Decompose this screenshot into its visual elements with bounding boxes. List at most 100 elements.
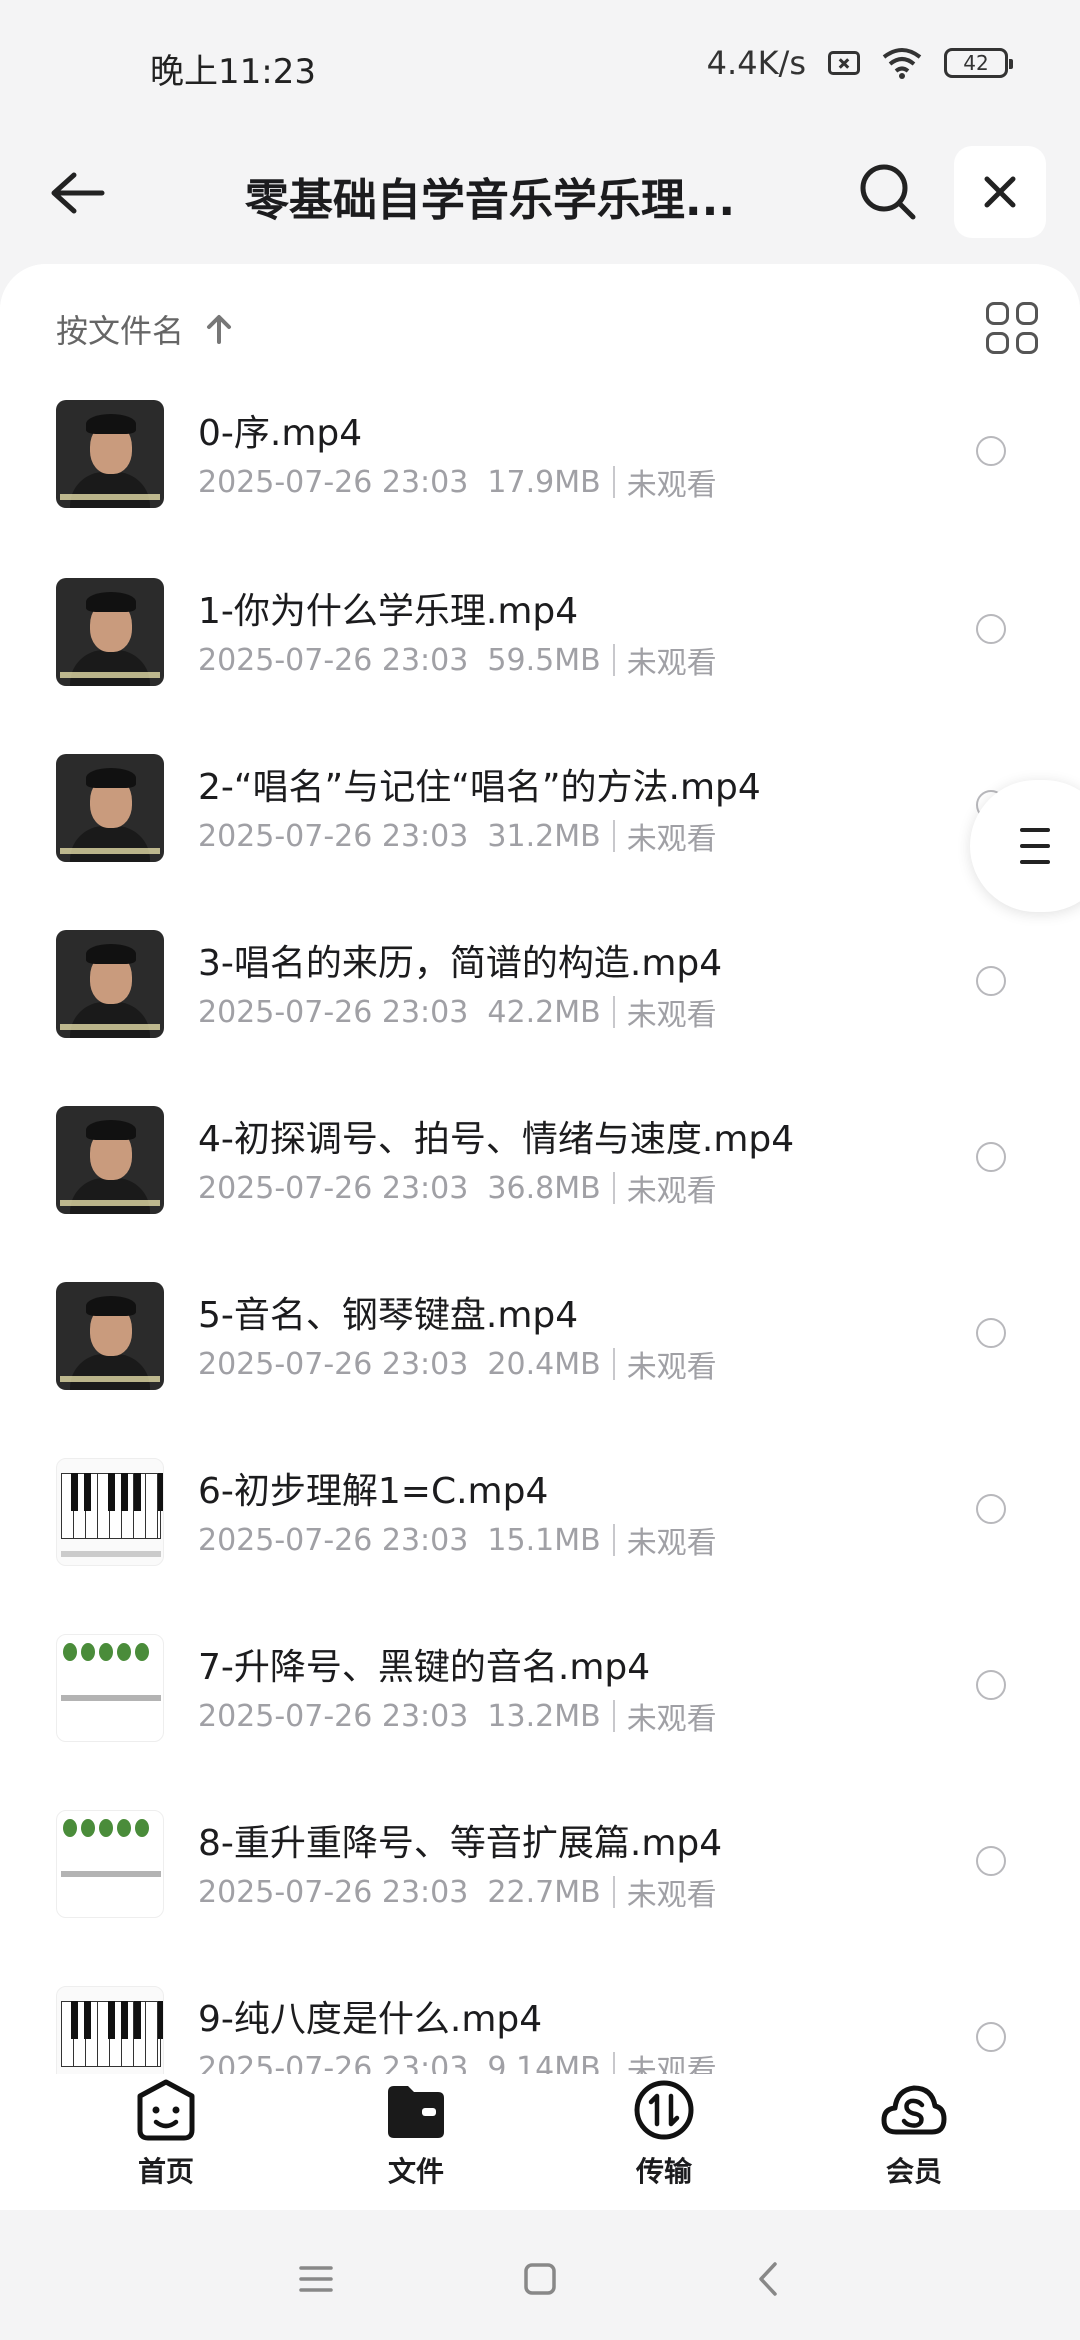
meta-divider	[612, 820, 615, 852]
page-title: 零基础自学音乐学乐理...	[244, 175, 736, 226]
tab-home-label: 首页	[137, 2155, 194, 2188]
search-button[interactable]	[852, 156, 924, 228]
menu-lines-icon	[1020, 828, 1050, 832]
video-thumbnail	[56, 1810, 164, 1918]
select-radio[interactable]	[976, 614, 1006, 644]
file-meta: 2025-07-26 23:03 9.14MB 未观看	[198, 2046, 717, 2074]
video-thumbnail	[56, 1634, 164, 1742]
watch-status: 未观看	[626, 998, 717, 1033]
sort-label: 按文件名	[56, 312, 185, 350]
meta-divider	[612, 1348, 615, 1380]
file-row[interactable]: 6-初步理解1=C.mp4 2025-07-26 23:03 15.1MB 未观看	[0, 1422, 1080, 1598]
tab-membership[interactable]: 会员	[844, 2078, 984, 2206]
back-arrow-icon	[51, 172, 105, 214]
close-icon	[984, 176, 1016, 208]
file-size: 9.14MB	[487, 2050, 601, 2075]
file-row[interactable]: 2-“唱名”与记住“唱名”的方法.mp4 2025-07-26 23:03 31.…	[0, 718, 1080, 894]
select-radio[interactable]	[976, 966, 1006, 996]
select-radio[interactable]	[976, 436, 1006, 466]
system-nav-bar	[0, 2210, 1080, 2340]
file-meta: 2025-07-26 23:03 17.9MB 未观看	[198, 460, 717, 504]
select-radio[interactable]	[976, 2022, 1006, 2052]
watch-status: 未观看	[626, 822, 717, 857]
file-date: 2025-07-26 23:03	[198, 1346, 469, 1382]
smiley-face-icon	[137, 2079, 195, 2141]
bottom-tab-bar: 首页 文件 传输 会员	[0, 2074, 1080, 2211]
file-name: 6-初步理解1=C.mp4	[198, 1471, 549, 1512]
file-row[interactable]: 0-序.mp4 2025-07-26 23:03 17.9MB 未观看	[0, 364, 1080, 540]
meta-divider	[612, 1876, 615, 1908]
home-button[interactable]	[510, 2254, 570, 2304]
file-row[interactable]: 1-你为什么学乐理.mp4 2025-07-26 23:03 59.5MB 未观看	[0, 542, 1080, 718]
file-date: 2025-07-26 23:03	[198, 1698, 469, 1734]
grid-view-icon	[986, 302, 1009, 325]
watch-status: 未观看	[626, 468, 717, 503]
file-size: 59.5MB	[487, 642, 601, 678]
file-row[interactable]: 8-重升重降号、等音扩展篇.mp4 2025-07-26 23:03 22.7MB…	[0, 1774, 1080, 1950]
watch-status: 未观看	[626, 1350, 717, 1385]
square-home-icon	[524, 2263, 556, 2295]
file-meta: 2025-07-26 23:03 13.2MB 未观看	[198, 1694, 717, 1738]
file-row[interactable]: 5-音名、钢琴键盘.mp4 2025-07-26 23:03 20.4MB 未观看	[0, 1246, 1080, 1422]
menu-icon	[299, 2266, 333, 2292]
file-date: 2025-07-26 23:03	[198, 642, 469, 678]
watch-status: 未观看	[626, 1526, 717, 1561]
watch-status: 未观看	[626, 646, 717, 681]
video-thumbnail	[56, 1106, 164, 1214]
file-name: 7-升降号、黑键的音名.mp4	[198, 1647, 651, 1688]
battery-level: 42	[963, 51, 989, 75]
select-radio[interactable]	[976, 1318, 1006, 1348]
file-date: 2025-07-26 23:03	[198, 2050, 469, 2075]
close-button[interactable]	[954, 146, 1046, 238]
select-radio[interactable]	[976, 1142, 1006, 1172]
video-thumbnail	[56, 930, 164, 1038]
select-radio[interactable]	[976, 1846, 1006, 1876]
file-date: 2025-07-26 23:03	[198, 1522, 469, 1558]
meta-divider	[612, 1700, 615, 1732]
meta-divider	[612, 466, 615, 498]
file-row[interactable]: 3-唱名的来历，简谱的构造.mp4 2025-07-26 23:03 42.2MB…	[0, 894, 1080, 1070]
sort-by-name-button[interactable]: 按文件名	[56, 306, 232, 352]
meta-divider	[612, 1172, 615, 1204]
recents-button[interactable]	[286, 2254, 346, 2304]
back-chevron-icon	[759, 2262, 777, 2296]
file-meta: 2025-07-26 23:03 22.7MB 未观看	[198, 1870, 717, 1914]
network-speed: 4.4K/s	[706, 44, 806, 82]
meta-divider	[612, 1524, 615, 1556]
file-size: 36.8MB	[487, 1170, 601, 1206]
video-thumbnail	[56, 1282, 164, 1390]
file-name: 4-初探调号、拍号、情绪与速度.mp4	[198, 1119, 795, 1160]
file-date: 2025-07-26 23:03	[198, 1170, 469, 1206]
status-time: 晚上11:23	[150, 52, 316, 92]
tab-home[interactable]: 首页	[96, 2078, 236, 2206]
file-size: 13.2MB	[487, 1698, 601, 1734]
watch-status: 未观看	[626, 1878, 717, 1913]
watch-status: 未观看	[626, 1702, 717, 1737]
file-size: 17.9MB	[487, 464, 601, 500]
cloud-membership-icon	[881, 2085, 947, 2135]
video-thumbnail	[56, 754, 164, 862]
select-radio[interactable]	[976, 1670, 1006, 1700]
file-row[interactable]: 9-纯八度是什么.mp4 2025-07-26 23:03 9.14MB 未观看	[0, 1950, 1080, 2074]
select-radio[interactable]	[976, 1494, 1006, 1524]
grid-view-button[interactable]	[986, 302, 1038, 354]
file-name: 8-重升重降号、等音扩展篇.mp4	[198, 1823, 723, 1864]
no-sim-icon	[828, 51, 860, 75]
tab-transfer-label: 传输	[635, 2155, 692, 2188]
back-nav-button[interactable]	[738, 2254, 798, 2304]
file-meta: 2025-07-26 23:03 31.2MB 未观看	[198, 814, 717, 858]
file-size: 31.2MB	[487, 818, 601, 854]
file-row[interactable]: 4-初探调号、拍号、情绪与速度.mp4 2025-07-26 23:03 36.8…	[0, 1070, 1080, 1246]
file-size: 22.7MB	[487, 1874, 601, 1910]
tab-transfer[interactable]: 传输	[594, 2078, 734, 2206]
sort-row: 按文件名	[0, 264, 1080, 384]
file-size: 15.1MB	[487, 1522, 601, 1558]
transfer-icon	[634, 2080, 694, 2140]
file-date: 2025-07-26 23:03	[198, 818, 469, 854]
file-meta: 2025-07-26 23:03 15.1MB 未观看	[198, 1518, 717, 1562]
file-row[interactable]: 7-升降号、黑键的音名.mp4 2025-07-26 23:03 13.2MB 未观…	[0, 1598, 1080, 1774]
file-meta: 2025-07-26 23:03 20.4MB 未观看	[198, 1342, 717, 1386]
back-button[interactable]	[42, 158, 112, 228]
tab-files[interactable]: 文件	[346, 2078, 486, 2206]
file-date: 2025-07-26 23:03	[198, 464, 469, 500]
